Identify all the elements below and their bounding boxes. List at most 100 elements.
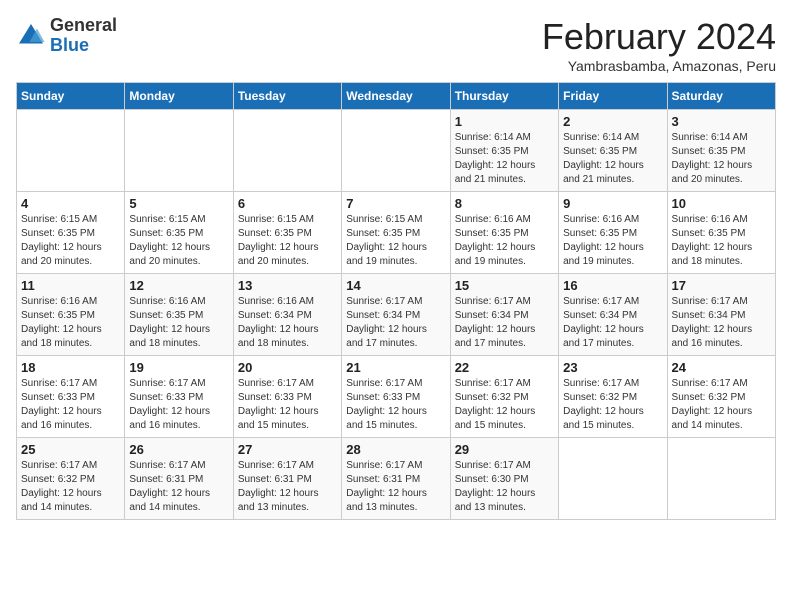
day-number: 5 bbox=[129, 196, 228, 211]
day-cell: 3 Sunrise: 6:14 AM Sunset: 6:35 PM Daylig… bbox=[667, 110, 775, 192]
day-number: 28 bbox=[346, 442, 445, 457]
day-cell: 4Sunrise: 6:15 AM Sunset: 6:35 PM Daylig… bbox=[17, 192, 125, 274]
day-cell: 5 Sunrise: 6:15 AM Sunset: 6:35 PM Daylig… bbox=[125, 192, 233, 274]
logo: General Blue bbox=[16, 16, 117, 56]
day-info: Sunrise: 6:15 AM Sunset: 6:35 PM Dayligh… bbox=[238, 213, 337, 269]
day-info: Sunrise: 6:17 AM Sunset: 6:30 PM Dayligh… bbox=[455, 459, 554, 515]
day-number: 24 bbox=[672, 360, 771, 375]
week-row-0: 1 Sunrise: 6:14 AM Sunset: 6:35 PM Daylig… bbox=[17, 110, 776, 192]
day-cell: 17 Sunrise: 6:17 AM Sunset: 6:34 PM Dayli… bbox=[667, 274, 775, 356]
day-cell: 2 Sunrise: 6:14 AM Sunset: 6:35 PM Daylig… bbox=[559, 110, 667, 192]
day-number: 14 bbox=[346, 278, 445, 293]
day-cell: 24 Sunrise: 6:17 AM Sunset: 6:32 PM Dayli… bbox=[667, 356, 775, 438]
day-cell: 28 Sunrise: 6:17 AM Sunset: 6:31 PM Dayli… bbox=[342, 438, 450, 520]
month-year: February 2024 bbox=[542, 16, 776, 58]
week-row-1: 4Sunrise: 6:15 AM Sunset: 6:35 PM Daylig… bbox=[17, 192, 776, 274]
day-info: Sunrise: 6:14 AM Sunset: 6:35 PM Dayligh… bbox=[455, 131, 554, 187]
day-number: 11 bbox=[21, 278, 120, 293]
day-number: 25 bbox=[21, 442, 120, 457]
day-cell: 7 Sunrise: 6:15 AM Sunset: 6:35 PM Daylig… bbox=[342, 192, 450, 274]
day-info: Sunrise: 6:16 AM Sunset: 6:34 PM Dayligh… bbox=[238, 295, 337, 351]
day-cell bbox=[559, 438, 667, 520]
day-info: Sunrise: 6:17 AM Sunset: 6:33 PM Dayligh… bbox=[129, 377, 228, 433]
logo-blue: Blue bbox=[50, 36, 117, 56]
day-info: Sunrise: 6:17 AM Sunset: 6:31 PM Dayligh… bbox=[346, 459, 445, 515]
week-row-4: 25 Sunrise: 6:17 AM Sunset: 6:32 PM Dayli… bbox=[17, 438, 776, 520]
day-cell bbox=[233, 110, 341, 192]
day-cell: 23 Sunrise: 6:17 AM Sunset: 6:32 PM Dayli… bbox=[559, 356, 667, 438]
day-cell: 27Sunrise: 6:17 AM Sunset: 6:31 PM Dayli… bbox=[233, 438, 341, 520]
day-cell: 16Sunrise: 6:17 AM Sunset: 6:34 PM Dayli… bbox=[559, 274, 667, 356]
day-info: Sunrise: 6:16 AM Sunset: 6:35 PM Dayligh… bbox=[21, 295, 120, 351]
day-number: 21 bbox=[346, 360, 445, 375]
day-number: 1 bbox=[455, 114, 554, 129]
day-cell: 8 Sunrise: 6:16 AM Sunset: 6:35 PM Daylig… bbox=[450, 192, 558, 274]
week-row-3: 18 Sunrise: 6:17 AM Sunset: 6:33 PM Dayli… bbox=[17, 356, 776, 438]
day-cell bbox=[125, 110, 233, 192]
day-cell bbox=[17, 110, 125, 192]
header-monday: Monday bbox=[125, 83, 233, 110]
day-number: 9 bbox=[563, 196, 662, 211]
week-row-2: 11 Sunrise: 6:16 AM Sunset: 6:35 PM Dayli… bbox=[17, 274, 776, 356]
day-info: Sunrise: 6:16 AM Sunset: 6:35 PM Dayligh… bbox=[129, 295, 228, 351]
day-number: 8 bbox=[455, 196, 554, 211]
day-number: 7 bbox=[346, 196, 445, 211]
day-cell: 20Sunrise: 6:17 AM Sunset: 6:33 PM Dayli… bbox=[233, 356, 341, 438]
day-cell: 9 Sunrise: 6:16 AM Sunset: 6:35 PM Daylig… bbox=[559, 192, 667, 274]
day-number: 29 bbox=[455, 442, 554, 457]
location: Yambrasbamba, Amazonas, Peru bbox=[542, 58, 776, 74]
day-info: Sunrise: 6:17 AM Sunset: 6:31 PM Dayligh… bbox=[129, 459, 228, 515]
day-info: Sunrise: 6:15 AM Sunset: 6:35 PM Dayligh… bbox=[346, 213, 445, 269]
day-cell: 21 Sunrise: 6:17 AM Sunset: 6:33 PM Dayli… bbox=[342, 356, 450, 438]
day-cell: 13Sunrise: 6:16 AM Sunset: 6:34 PM Dayli… bbox=[233, 274, 341, 356]
day-cell: 1 Sunrise: 6:14 AM Sunset: 6:35 PM Daylig… bbox=[450, 110, 558, 192]
header-sunday: Sunday bbox=[17, 83, 125, 110]
day-info: Sunrise: 6:17 AM Sunset: 6:32 PM Dayligh… bbox=[563, 377, 662, 433]
day-cell: 29 Sunrise: 6:17 AM Sunset: 6:30 PM Dayli… bbox=[450, 438, 558, 520]
day-info: Sunrise: 6:16 AM Sunset: 6:35 PM Dayligh… bbox=[672, 213, 771, 269]
day-info: Sunrise: 6:15 AM Sunset: 6:35 PM Dayligh… bbox=[21, 213, 120, 269]
day-number: 27 bbox=[238, 442, 337, 457]
header-wednesday: Wednesday bbox=[342, 83, 450, 110]
header-saturday: Saturday bbox=[667, 83, 775, 110]
header-tuesday: Tuesday bbox=[233, 83, 341, 110]
day-number: 6 bbox=[238, 196, 337, 211]
header-row: SundayMondayTuesdayWednesdayThursdayFrid… bbox=[17, 83, 776, 110]
day-number: 18 bbox=[21, 360, 120, 375]
day-info: Sunrise: 6:17 AM Sunset: 6:32 PM Dayligh… bbox=[21, 459, 120, 515]
day-info: Sunrise: 6:14 AM Sunset: 6:35 PM Dayligh… bbox=[563, 131, 662, 187]
header-thursday: Thursday bbox=[450, 83, 558, 110]
day-cell bbox=[667, 438, 775, 520]
day-info: Sunrise: 6:17 AM Sunset: 6:34 PM Dayligh… bbox=[346, 295, 445, 351]
day-number: 2 bbox=[563, 114, 662, 129]
day-number: 23 bbox=[563, 360, 662, 375]
day-info: Sunrise: 6:17 AM Sunset: 6:34 PM Dayligh… bbox=[455, 295, 554, 351]
day-cell: 25 Sunrise: 6:17 AM Sunset: 6:32 PM Dayli… bbox=[17, 438, 125, 520]
day-info: Sunrise: 6:17 AM Sunset: 6:32 PM Dayligh… bbox=[672, 377, 771, 433]
day-info: Sunrise: 6:16 AM Sunset: 6:35 PM Dayligh… bbox=[563, 213, 662, 269]
day-cell: 19Sunrise: 6:17 AM Sunset: 6:33 PM Dayli… bbox=[125, 356, 233, 438]
day-number: 22 bbox=[455, 360, 554, 375]
day-info: Sunrise: 6:17 AM Sunset: 6:34 PM Dayligh… bbox=[672, 295, 771, 351]
day-cell: 15Sunrise: 6:17 AM Sunset: 6:34 PM Dayli… bbox=[450, 274, 558, 356]
logo-icon bbox=[16, 21, 46, 51]
day-info: Sunrise: 6:16 AM Sunset: 6:35 PM Dayligh… bbox=[455, 213, 554, 269]
day-info: Sunrise: 6:14 AM Sunset: 6:35 PM Dayligh… bbox=[672, 131, 771, 187]
day-cell: 11 Sunrise: 6:16 AM Sunset: 6:35 PM Dayli… bbox=[17, 274, 125, 356]
day-cell: 22 Sunrise: 6:17 AM Sunset: 6:32 PM Dayli… bbox=[450, 356, 558, 438]
day-number: 3 bbox=[672, 114, 771, 129]
day-number: 12 bbox=[129, 278, 228, 293]
day-info: Sunrise: 6:15 AM Sunset: 6:35 PM Dayligh… bbox=[129, 213, 228, 269]
day-number: 16 bbox=[563, 278, 662, 293]
day-info: Sunrise: 6:17 AM Sunset: 6:33 PM Dayligh… bbox=[21, 377, 120, 433]
title-block: February 2024 Yambrasbamba, Amazonas, Pe… bbox=[542, 16, 776, 74]
day-info: Sunrise: 6:17 AM Sunset: 6:33 PM Dayligh… bbox=[346, 377, 445, 433]
day-cell: 6 Sunrise: 6:15 AM Sunset: 6:35 PM Daylig… bbox=[233, 192, 341, 274]
day-number: 10 bbox=[672, 196, 771, 211]
day-number: 17 bbox=[672, 278, 771, 293]
day-cell: 10 Sunrise: 6:16 AM Sunset: 6:35 PM Dayli… bbox=[667, 192, 775, 274]
day-number: 26 bbox=[129, 442, 228, 457]
day-info: Sunrise: 6:17 AM Sunset: 6:32 PM Dayligh… bbox=[455, 377, 554, 433]
day-cell: 18 Sunrise: 6:17 AM Sunset: 6:33 PM Dayli… bbox=[17, 356, 125, 438]
day-cell: 26 Sunrise: 6:17 AM Sunset: 6:31 PM Dayli… bbox=[125, 438, 233, 520]
